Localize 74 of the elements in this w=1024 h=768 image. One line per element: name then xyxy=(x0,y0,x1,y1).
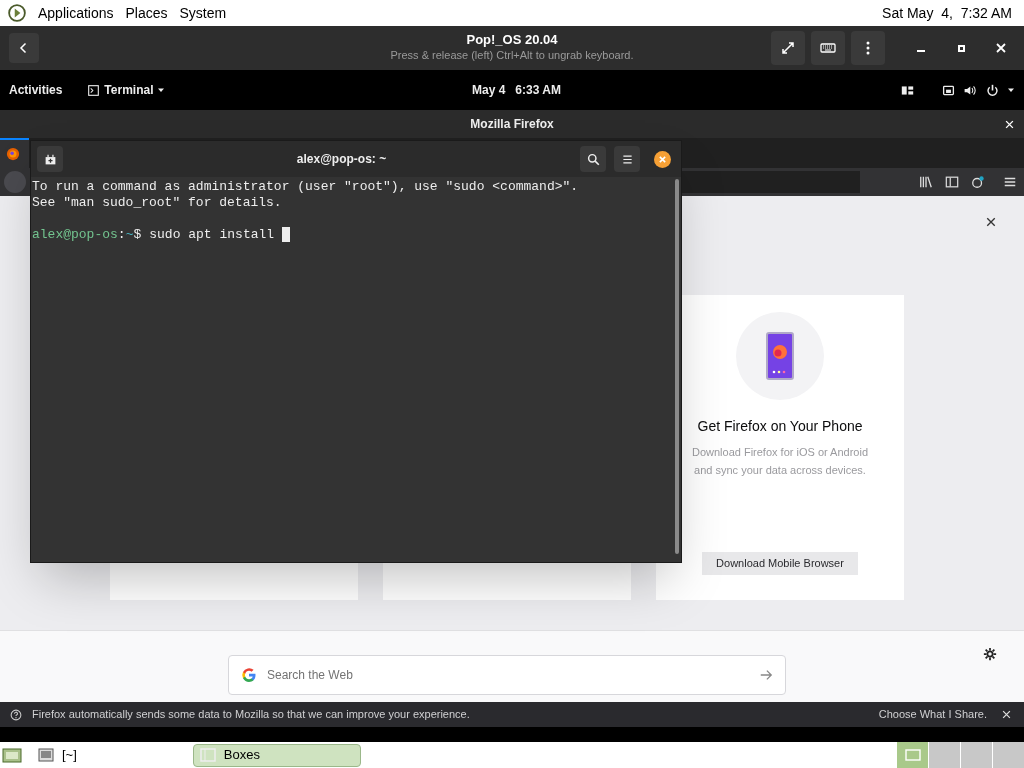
terminal-output: See "man sudo_root" for details. xyxy=(32,195,283,211)
window-icon xyxy=(904,749,921,761)
terminal-icon xyxy=(87,84,101,96)
menu-button[interactable] xyxy=(851,31,885,65)
card-description: Download Firefox for iOS or Android and sync your data across devices. xyxy=(690,445,870,478)
caret-icon xyxy=(157,86,166,94)
window-icon xyxy=(199,748,216,762)
search-placeholder: Search the Web xyxy=(267,667,353,684)
volume-icon[interactable] xyxy=(963,83,976,97)
card-title: Get Firefox on Your Phone xyxy=(697,417,863,436)
new-tab-button[interactable] xyxy=(37,146,63,172)
scrollbar[interactable] xyxy=(675,179,679,554)
maximize-icon xyxy=(957,44,965,52)
choose-link[interactable]: Choose What I Share. xyxy=(878,706,987,723)
menu-item[interactable]: Applications xyxy=(38,2,114,24)
download-button[interactable]: Download Mobile Browser xyxy=(702,552,858,575)
clock[interactable]: Sat May 4, 7:32 AM xyxy=(882,2,1012,24)
cursor xyxy=(282,227,291,242)
keyboard-button[interactable] xyxy=(811,31,845,65)
notification-message: Firefox automatically sends some data to Mozilla so that we can improve your experience. xyxy=(32,707,470,723)
power-icon[interactable] xyxy=(986,83,999,97)
back-button[interactable] xyxy=(9,33,39,63)
date: May 4 xyxy=(472,82,506,99)
new-tab-icon xyxy=(43,152,57,166)
close-icon[interactable] xyxy=(654,150,671,168)
app-menu[interactable]: Terminal xyxy=(87,81,166,99)
terminal-output: To run a command as administrator (user "root"), use "sudo <command>". xyxy=(32,179,580,195)
menu-item[interactable]: Places xyxy=(125,2,168,24)
fullscreen-icon xyxy=(780,40,796,56)
window-title: Pop!_OS 20.04 xyxy=(466,32,558,48)
prompt-symbol: $ xyxy=(133,227,142,243)
keyboard-icon xyxy=(820,40,836,56)
taskbar-item[interactable]: [~] xyxy=(32,743,83,767)
close-icon xyxy=(996,43,1006,53)
menu-button[interactable] xyxy=(614,146,640,172)
window-subtitle: Press & release (left) Ctrl+Alt to ungrab keyboard. xyxy=(390,48,634,62)
search-button[interactable] xyxy=(580,146,606,172)
account-icon[interactable] xyxy=(971,175,985,189)
sidebar-icon[interactable] xyxy=(945,175,959,189)
window-title: Mozilla Firefox xyxy=(470,116,554,133)
fullscreen-button[interactable] xyxy=(771,31,805,65)
arrow-icon[interactable] xyxy=(759,668,773,682)
close-icon[interactable] xyxy=(986,217,996,227)
tiling-icon[interactable] xyxy=(901,83,914,97)
window-title: alex@pop-os: ~ xyxy=(295,151,388,168)
prompt-path: ~ xyxy=(125,227,134,243)
caret-icon[interactable] xyxy=(1007,86,1015,94)
search-field[interactable]: Search the Web xyxy=(228,655,786,695)
workspace-switch[interactable] xyxy=(896,742,928,768)
menu-item[interactable]: System xyxy=(179,2,227,24)
taskbar-item[interactable]: Boxes xyxy=(192,743,361,767)
minimize-icon xyxy=(917,50,925,52)
help-icon xyxy=(10,708,22,721)
menu-icon[interactable] xyxy=(1003,175,1017,189)
command-text: sudo apt install xyxy=(149,227,275,243)
settings-icon[interactable] xyxy=(983,647,997,661)
workspace-switch[interactable] xyxy=(960,742,992,768)
workspace-switch[interactable] xyxy=(992,742,1024,768)
menu-icon xyxy=(621,153,633,165)
network-icon[interactable] xyxy=(942,83,955,97)
activities-button[interactable]: Activities xyxy=(9,81,63,99)
workspace-switch[interactable] xyxy=(928,742,960,768)
terminal-icon xyxy=(38,748,54,762)
browser-tab[interactable] xyxy=(0,138,29,168)
firefox-icon xyxy=(6,147,20,161)
prompt-separator: : xyxy=(117,227,126,243)
prompt-user: alex@pop-os xyxy=(32,227,118,243)
logo-icon[interactable] xyxy=(8,4,26,22)
phone-icon xyxy=(766,332,794,380)
google-icon xyxy=(241,667,257,683)
library-icon[interactable] xyxy=(919,175,933,189)
search-icon xyxy=(586,152,600,166)
desktop-icon[interactable] xyxy=(2,746,22,764)
time: 6:33 AM xyxy=(515,82,561,99)
